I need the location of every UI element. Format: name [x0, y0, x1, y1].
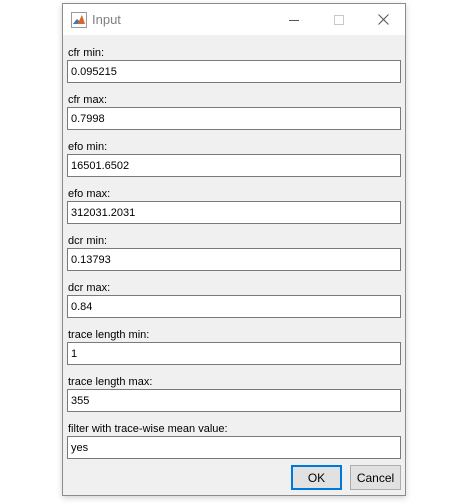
dcr-max-input[interactable]: [67, 295, 401, 318]
close-button[interactable]: [361, 4, 406, 35]
cfr-min-input[interactable]: [67, 60, 401, 83]
cfr-min-label: cfr min:: [68, 47, 105, 59]
efo-min-input[interactable]: [67, 154, 401, 177]
trace-length-min-input[interactable]: [67, 342, 401, 365]
minimize-icon: [288, 19, 299, 21]
maximize-icon: [333, 14, 344, 25]
close-icon: [378, 14, 389, 25]
window-title: Input: [92, 12, 121, 27]
dcr-min-label: dcr min:: [68, 235, 108, 247]
trace-length-max-label: trace length max:: [68, 376, 153, 388]
cfr-max-label: cfr max:: [68, 94, 108, 106]
trace-length-min-label: trace length min:: [68, 329, 150, 341]
minimize-button[interactable]: [271, 4, 316, 35]
dcr-min-input[interactable]: [67, 248, 401, 271]
efo-min-label: efo min:: [68, 141, 108, 153]
filter-mean-input[interactable]: [67, 436, 401, 459]
dcr-max-label: dcr max:: [68, 282, 111, 294]
ok-button[interactable]: OK: [291, 465, 342, 490]
filter-mean-label: filter with trace-wise mean value:: [68, 423, 228, 435]
title-bar[interactable]: Input: [63, 4, 405, 35]
cancel-button[interactable]: Cancel: [350, 465, 401, 490]
maximize-button[interactable]: [316, 4, 361, 35]
efo-max-label: efo max:: [68, 188, 111, 200]
matlab-icon: [71, 12, 87, 28]
trace-length-max-input[interactable]: [67, 389, 401, 412]
cfr-max-input[interactable]: [67, 107, 401, 130]
efo-max-input[interactable]: [67, 201, 401, 224]
input-dialog: Input cfr min: cfr max: efo min: efo max…: [62, 3, 406, 496]
